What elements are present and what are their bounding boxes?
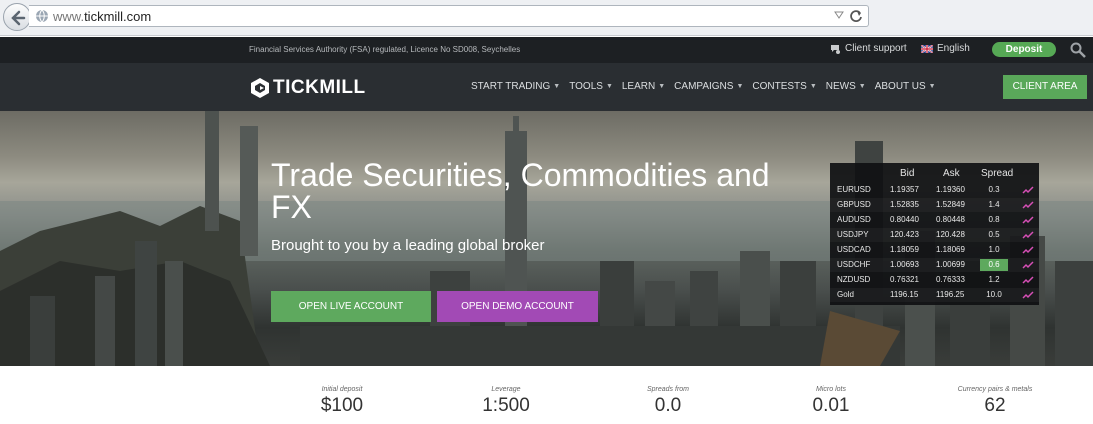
quote-symbol: Gold <box>837 290 854 299</box>
quote-row[interactable]: GBPUSD 1.52835 1.52849 1.4 <box>830 198 1039 212</box>
quote-symbol: NZDUSD <box>837 275 871 284</box>
open-live-account-button[interactable]: OPEN LIVE ACCOUNT <box>271 291 431 322</box>
uk-flag-icon <box>921 44 933 53</box>
quote-bid: 1.00693 <box>890 260 919 269</box>
quote-bid: 0.76321 <box>890 275 919 284</box>
nav-item-contests[interactable]: CONTESTS ▼ <box>752 81 816 92</box>
top-bar: Financial Services Authority (FSA) regul… <box>0 37 1093 63</box>
url-text: www.tickmill.com <box>53 9 152 24</box>
stat-leverage: Leverage 1:500 <box>482 386 530 416</box>
stat-currency-pairs: Currency pairs & metals 62 <box>957 386 1033 416</box>
quote-bid: 1.52835 <box>890 200 919 209</box>
mini-chart-icon[interactable] <box>1022 290 1034 300</box>
quote-row[interactable]: USDCAD 1.18059 1.18069 1.0 <box>830 243 1039 257</box>
nav-menu: START TRADING ▼ TOOLS ▼ LEARN ▼ CAMPAIGNS ▼ … <box>471 81 936 92</box>
deposit-button[interactable]: Deposit <box>992 42 1056 57</box>
language-selector[interactable]: English <box>921 43 970 54</box>
mini-chart-icon[interactable] <box>1022 245 1034 255</box>
globe-icon <box>36 9 48 23</box>
mini-chart-icon[interactable] <box>1022 215 1034 225</box>
mini-chart-icon[interactable] <box>1022 230 1034 240</box>
chevron-down-icon: ▼ <box>605 83 613 90</box>
client-area-button[interactable]: CLIENT AREA <box>1003 75 1087 99</box>
mini-chart-icon[interactable] <box>1022 275 1034 285</box>
quote-row[interactable]: AUDUSD 0.80440 0.80448 0.8 <box>830 213 1039 227</box>
nav-item-about-us[interactable]: ABOUT US ▼ <box>875 81 936 92</box>
quote-bid: 1.19357 <box>890 185 919 194</box>
ask-header: Ask <box>943 168 960 179</box>
quote-symbol: USDJPY <box>837 230 869 239</box>
search-icon[interactable] <box>1070 42 1086 58</box>
stat-spreads-from: Spreads from 0.0 <box>646 386 690 416</box>
open-demo-account-button[interactable]: OPEN DEMO ACCOUNT <box>437 291 598 322</box>
quote-bid: 1196.15 <box>890 290 919 299</box>
quote-spread: 1.2 <box>988 275 1000 284</box>
chevron-down-icon: ▼ <box>736 83 744 90</box>
nav-item-learn[interactable]: LEARN ▼ <box>622 81 665 92</box>
spread-header: Spread <box>981 168 1014 179</box>
chat-icon <box>831 44 840 54</box>
quote-bid: 120.423 <box>890 230 919 239</box>
stat-initial-deposit: Initial deposit $100 <box>320 386 364 416</box>
mini-chart-icon[interactable] <box>1022 185 1034 195</box>
mini-chart-icon[interactable] <box>1022 200 1034 210</box>
mini-chart-icon[interactable] <box>1022 260 1034 270</box>
address-bar[interactable]: www.tickmill.com <box>29 5 869 27</box>
quote-symbol: EURUSD <box>837 185 871 194</box>
browser-toolbar: www.tickmill.com <box>0 0 1093 36</box>
hero-banner: Trade Securities, Commodities and FX Bro… <box>0 111 1093 366</box>
quote-spread: 1.0 <box>988 245 1000 254</box>
hero-subtitle: Brought to you by a leading global broke… <box>271 237 545 254</box>
quote-ask: 1.18069 <box>936 245 965 254</box>
quote-row[interactable]: USDJPY 120.423 120.428 0.5 <box>830 228 1039 242</box>
nav-item-news[interactable]: NEWS ▼ <box>826 81 866 92</box>
quote-ask: 120.428 <box>936 230 965 239</box>
quote-bid: 1.18059 <box>890 245 919 254</box>
quote-ask: 1.19360 <box>936 185 965 194</box>
quote-ask: 1.52849 <box>936 200 965 209</box>
tickmill-logo[interactable]: TICKMILL <box>250 77 366 99</box>
reload-icon[interactable] <box>849 9 863 23</box>
quote-row[interactable]: Gold 1196.15 1196.25 10.0 <box>830 288 1039 302</box>
chevron-down-icon: ▼ <box>658 83 666 90</box>
nav-item-start-trading[interactable]: START TRADING ▼ <box>471 81 560 92</box>
quote-ask: 0.80448 <box>936 215 965 224</box>
quote-spread: 10.0 <box>986 290 1002 299</box>
quote-row[interactable]: EURUSD 1.19357 1.19360 0.3 <box>830 183 1039 197</box>
client-support-link[interactable]: Client support <box>830 43 907 54</box>
quote-ask: 0.76333 <box>936 275 965 284</box>
quote-symbol: USDCHF <box>837 260 871 269</box>
quotes-table: Bid Ask Spread EURUSD 1.19357 1.19360 0.3 GB… <box>830 163 1039 305</box>
quote-row[interactable]: NZDUSD 0.76321 0.76333 1.2 <box>830 273 1039 287</box>
hero-title: Trade Securities, Commodities and FX <box>271 157 770 225</box>
quote-symbol: AUDUSD <box>837 215 871 224</box>
quote-spread: 0.5 <box>988 230 1000 239</box>
chevron-down-icon: ▼ <box>928 83 936 90</box>
quote-spread: 0.3 <box>988 185 1000 194</box>
logo-hexagon-icon <box>251 78 269 98</box>
main-navigation: TICKMILL START TRADING ▼ TOOLS ▼ LEARN ▼ CA… <box>0 63 1093 111</box>
quote-spread: 0.8 <box>988 215 1000 224</box>
quote-spread: 1.4 <box>988 200 1000 209</box>
stat-micro-lots: Micro lots 0.01 <box>812 386 850 416</box>
back-arrow-icon <box>11 10 26 26</box>
dropmarker-icon[interactable] <box>834 11 844 19</box>
quote-spread: 0.6 <box>980 259 1008 271</box>
nav-item-tools[interactable]: TOOLS ▼ <box>569 81 613 92</box>
regulation-text: Financial Services Authority (FSA) regul… <box>249 45 521 54</box>
quote-ask: 1.00699 <box>936 260 965 269</box>
bid-header: Bid <box>900 168 915 179</box>
back-button[interactable] <box>3 3 31 31</box>
chevron-down-icon: ▼ <box>553 83 561 90</box>
nav-item-campaigns[interactable]: CAMPAIGNS ▼ <box>674 81 743 92</box>
quote-row[interactable]: USDCHF 1.00693 1.00699 0.6 <box>830 258 1039 272</box>
quote-symbol: GBPUSD <box>837 200 871 209</box>
quote-symbol: USDCAD <box>837 245 871 254</box>
chevron-down-icon: ▼ <box>858 83 866 90</box>
stats-strip: Initial deposit $100 Leverage 1:500 Spre… <box>0 366 1093 424</box>
chevron-down-icon: ▼ <box>809 83 817 90</box>
quote-bid: 0.80440 <box>890 215 919 224</box>
quote-ask: 1196.25 <box>936 290 965 299</box>
